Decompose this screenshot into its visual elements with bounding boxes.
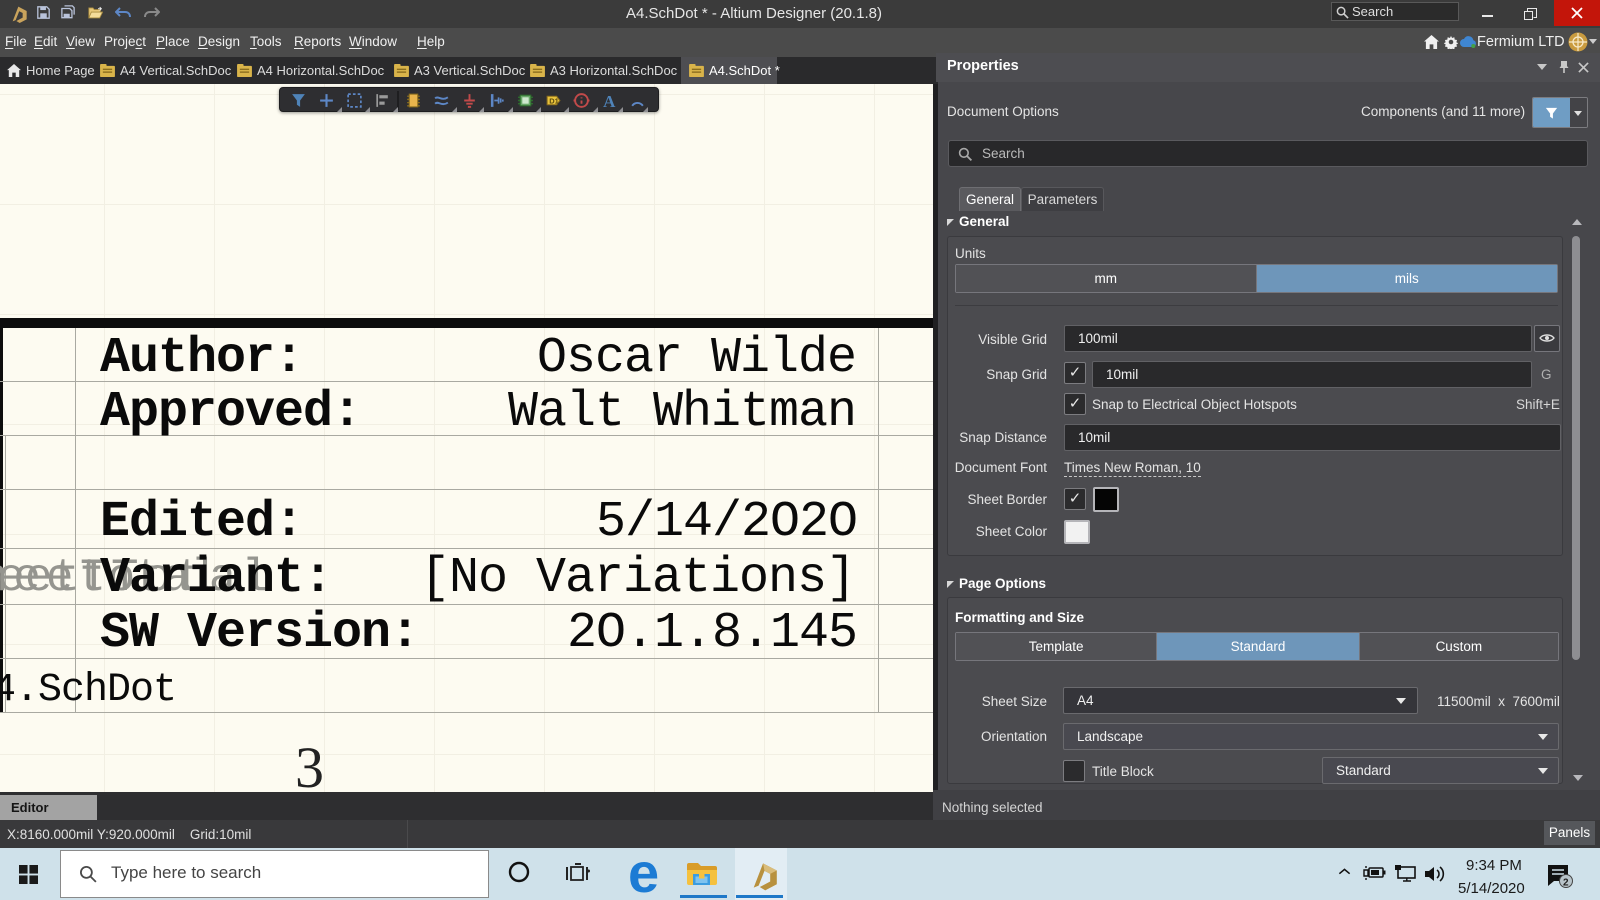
svg-text:D1: D1 bbox=[549, 97, 559, 106]
svg-text:A: A bbox=[603, 92, 616, 109]
svg-text:2: 2 bbox=[1563, 878, 1569, 889]
